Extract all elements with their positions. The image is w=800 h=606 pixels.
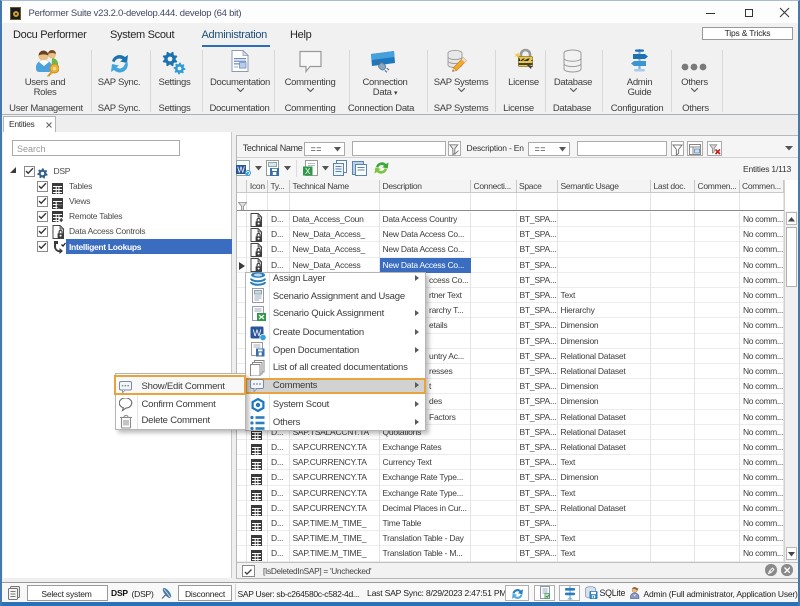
svg-text:W: W	[237, 166, 245, 175]
svg-text:X: X	[305, 167, 311, 176]
